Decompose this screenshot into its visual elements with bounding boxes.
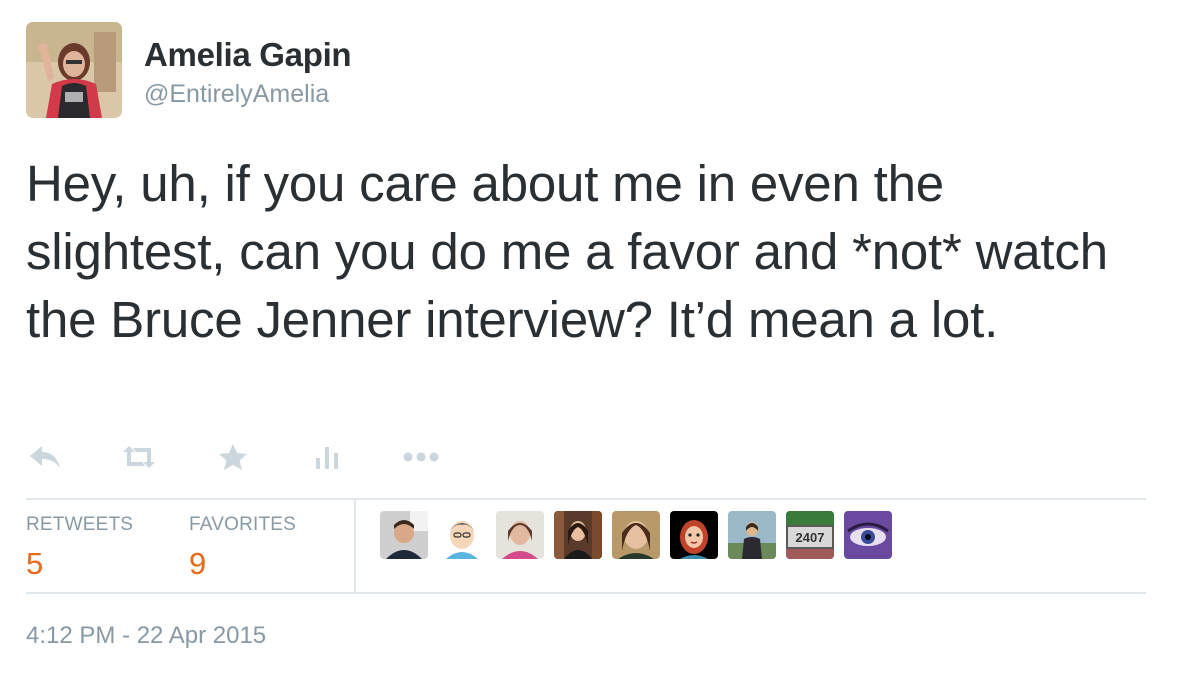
more-button[interactable] <box>402 438 440 476</box>
favoriter-avatar[interactable] <box>438 511 486 559</box>
retweets-count: 5 <box>26 546 44 581</box>
favoriter-avatar[interactable] <box>670 511 718 559</box>
reply-icon <box>30 446 60 468</box>
analytics-icon <box>316 447 338 469</box>
retweet-button[interactable] <box>120 438 158 476</box>
favorite-star-icon <box>219 444 247 470</box>
favoriter-avatar-image <box>438 511 486 559</box>
favoriter-avatar-image <box>554 511 602 559</box>
favorites-count: 9 <box>189 546 207 581</box>
tweet-timestamp[interactable]: 4:12 PM - 22 Apr 2015 <box>26 620 266 652</box>
retweets-label: RETWEETS <box>26 514 134 535</box>
more-icon <box>403 452 439 462</box>
favoriter-avatar[interactable] <box>496 511 544 559</box>
author-avatar[interactable] <box>26 22 122 118</box>
retweets-stat[interactable]: RETWEETS 5 <box>26 500 189 592</box>
favoriter-avatar[interactable] <box>380 511 428 559</box>
author-name[interactable]: Amelia Gapin <box>144 36 352 74</box>
favoriter-avatar[interactable] <box>844 511 892 559</box>
tweet-text: Hey, uh, if you care about me in even th… <box>26 155 1108 348</box>
favoriter-avatar[interactable]: 2407 <box>786 511 834 559</box>
favoriter-avatar[interactable] <box>554 511 602 559</box>
favoriter-avatar-image <box>844 511 892 559</box>
author-info: Amelia Gapin @EntirelyAmelia <box>144 22 352 110</box>
favoriter-avatar-image <box>670 511 718 559</box>
tweet-actions <box>26 438 440 476</box>
favoriter-avatar[interactable] <box>612 511 660 559</box>
author-avatar-image <box>26 22 122 118</box>
favorites-stat[interactable]: FAVORITES 9 <box>189 500 354 592</box>
tweet-header: Amelia Gapin @EntirelyAmelia <box>26 22 352 118</box>
favoriter-avatar-image <box>496 511 544 559</box>
reply-button[interactable] <box>26 438 64 476</box>
tweet-card: Amelia Gapin @EntirelyAmelia Hey, uh, if… <box>0 0 1190 678</box>
favoriter-avatar-image: 2407 <box>786 511 834 559</box>
analytics-button[interactable] <box>308 438 346 476</box>
retweet-icon <box>123 446 155 468</box>
favorites-label: FAVORITES <box>189 514 297 535</box>
race-bib-number: 2407 <box>796 530 825 545</box>
favoriter-avatar[interactable] <box>728 511 776 559</box>
favoriter-avatar-image <box>380 511 428 559</box>
favoriter-avatar-image <box>728 511 776 559</box>
author-handle[interactable]: @EntirelyAmelia <box>144 78 351 110</box>
stats-vertical-divider <box>354 500 356 592</box>
tweet-stats: RETWEETS 5 FAVORITES 9 2407 <box>26 500 1146 592</box>
favoriters-list: 2407 <box>380 500 902 559</box>
stats-bottom-divider <box>26 592 1146 594</box>
favoriter-avatar-image <box>612 511 660 559</box>
favorite-button[interactable] <box>214 438 252 476</box>
